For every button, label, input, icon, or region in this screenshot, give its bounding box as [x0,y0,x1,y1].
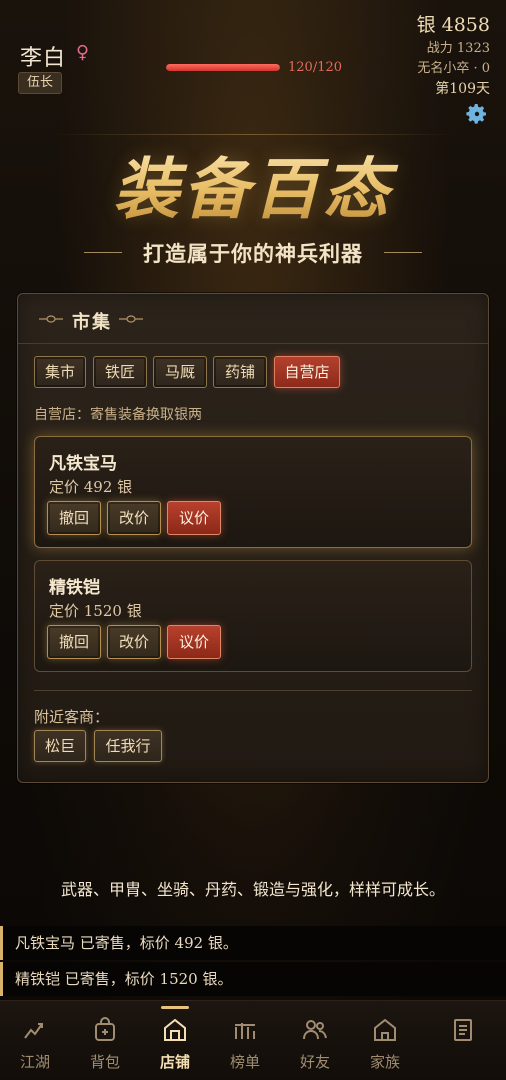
item-name: 凡铁宝马 [49,454,117,474]
gear-icon[interactable] [465,102,489,126]
ornament-right-icon [119,315,143,323]
log-entry: 精铁铠 已寄售，标价 1520 银。 [0,962,506,996]
market-panel: 市集 集市 铁匠 马厩 药铺 自营店 自营店：寄售装备换取银两 凡铁宝马 定价 … [17,293,489,783]
player-title: 无名小卒 · 0 [417,61,490,76]
item-price: 定价 1520 银 [49,602,142,620]
combat-power: 战力 1323 [426,41,490,56]
header: 李白 ♀ 伍长 120/120 银 4858 战力 1323 无名小卒 · 0 … [0,0,506,130]
hp-bar-fill [166,64,280,71]
shop-description: 自营店：寄售装备换取银两 [34,407,202,423]
nav-label: 店铺 [159,1053,190,1071]
nav-ranking[interactable]: 榜单 [210,1001,280,1080]
nav-jianghu[interactable]: 江湖 [0,1001,70,1080]
nav-friends[interactable]: 好友 [280,1001,350,1080]
friends-icon [303,1020,327,1040]
active-indicator [161,1006,189,1009]
silver-amount: 银 4858 [416,14,490,36]
tab-pharmacy[interactable]: 药铺 [213,356,267,388]
section-divider [34,690,472,691]
item-name: 精铁铠 [49,578,100,598]
nav-label: 江湖 [19,1053,50,1071]
rank-badge: 伍长 [18,72,62,94]
tagline: 武器、甲胄、坐骑、丹药、锻造与强化，样样可成长。 [60,880,445,899]
bag-icon [95,1017,115,1041]
banner-title: 装备百态 [0,136,506,232]
log-entry: 凡铁宝马 已寄售，标价 492 银。 [0,926,506,960]
negotiate-button[interactable]: 议价 [167,625,221,659]
bottom-nav: 江湖 背包 店铺 榜单 好友 家族 [0,1000,506,1080]
ranking-icon [235,1023,255,1039]
merchant-button[interactable]: 松巨 [34,730,86,762]
tab-market[interactable]: 集市 [34,356,86,388]
nav-clan[interactable]: 家族 [350,1001,420,1080]
nearby-merchants-label: 附近客商： [34,708,110,726]
log-icon [454,1019,472,1041]
market-panel-header: 市集 [18,294,488,344]
ornament-left-icon [39,315,63,323]
withdraw-button[interactable]: 撤回 [47,625,101,659]
consignment-item: 凡铁宝马 定价 492 银 撤回 改价 议价 [34,436,472,548]
clan-icon [374,1018,396,1041]
nav-label: 好友 [299,1053,330,1071]
nav-shop[interactable]: 店铺 [140,1001,210,1080]
gender-icon: ♀ [76,42,90,63]
change-price-button[interactable]: 改价 [107,625,161,659]
hp-bar [166,64,280,71]
tab-blacksmith[interactable]: 铁匠 [93,356,147,388]
banner-divider [50,134,456,135]
player-name: 李白 [20,46,67,71]
consignment-item: 精铁铠 定价 1520 银 撤回 改价 议价 [34,560,472,672]
withdraw-button[interactable]: 撤回 [47,501,101,535]
tab-own-shop[interactable]: 自营店 [274,356,340,388]
hp-text: 120/120 [288,60,343,75]
day-counter: 第109天 [435,81,490,97]
negotiate-button[interactable]: 议价 [167,501,221,535]
nav-bag[interactable]: 背包 [70,1001,140,1080]
banner-subtitle-row: 打造属于你的神兵利器 [0,238,506,268]
nav-label: 榜单 [229,1053,260,1071]
item-price: 定价 492 银 [49,478,133,496]
chart-icon [24,1023,43,1039]
banner-subtitle: 打造属于你的神兵利器 [143,241,363,266]
nav-label: 背包 [89,1053,120,1071]
shop-icon [164,1018,186,1041]
market-title: 市集 [72,312,112,333]
nav-label: 家族 [369,1053,400,1071]
subtitle-line-right [384,252,422,253]
change-price-button[interactable]: 改价 [107,501,161,535]
tab-stable[interactable]: 马厩 [153,356,207,388]
merchant-button[interactable]: 任我行 [94,730,162,762]
nav-log[interactable] [428,1001,498,1080]
